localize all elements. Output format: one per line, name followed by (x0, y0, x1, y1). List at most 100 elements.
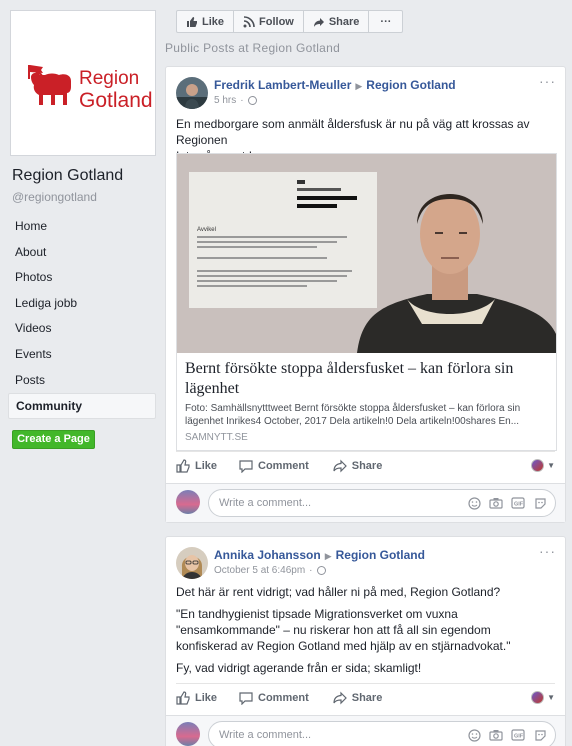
nav-item-community[interactable]: Community (8, 393, 156, 419)
comment-placeholder: Write a comment... (219, 497, 312, 509)
nav-item-about[interactable]: About (8, 240, 156, 266)
comment-placeholder: Write a comment... (219, 729, 312, 741)
svg-text:GIF: GIF (514, 734, 524, 740)
post-paragraph: Det här är rent vidrigt; vad håller ni p… (176, 585, 501, 599)
comment-label: Comment (258, 691, 309, 704)
sticker-icon[interactable] (533, 728, 547, 742)
nav-item-videos[interactable]: Videos (8, 316, 156, 342)
camera-icon[interactable] (489, 728, 503, 742)
page-action-bar: Like Follow Share ··· (176, 10, 404, 33)
ram-logo-icon (28, 65, 71, 105)
thumbs-up-icon (176, 458, 190, 473)
post-target-link[interactable]: Region Gotland (366, 78, 455, 92)
camera-icon[interactable] (489, 496, 503, 510)
nav-item-posts[interactable]: Posts (8, 368, 156, 394)
chevron-down-icon: ▼ (547, 461, 555, 470)
share-label: Share (351, 459, 383, 472)
globe-icon (247, 96, 257, 105)
comment-label: Comment (258, 459, 309, 472)
page-follow-label: Follow (259, 15, 294, 28)
left-column: Region Gotland Region Gotland @regiongot… (0, 0, 165, 746)
share-label: Share (351, 691, 383, 704)
post-meta: 5 hrs · (214, 95, 257, 106)
page-handle[interactable]: @regiongotland (12, 190, 97, 204)
post-timestamp[interactable]: 5 hrs (214, 95, 236, 106)
share-arrow-icon (333, 691, 347, 704)
view-as-selector[interactable]: ▼ (531, 691, 555, 704)
page-follow-button[interactable]: Follow (234, 11, 304, 32)
post-meta: October 5 at 6:46pm · (214, 565, 326, 576)
thumbs-up-icon (187, 16, 197, 27)
post-card: Annika Johansson ▶ Region Gotland October … (165, 536, 566, 746)
create-page-button[interactable]: Create a Page (12, 430, 95, 449)
post-author-link[interactable]: Annika Johansson (214, 548, 321, 562)
post-timestamp[interactable]: October 5 at 6:46pm (214, 565, 305, 576)
rss-icon (243, 15, 255, 27)
gif-icon[interactable]: GIF (511, 496, 525, 510)
share-arrow-icon (333, 459, 347, 472)
comment-icon (239, 691, 253, 705)
comment-icon (239, 459, 253, 473)
viewer-avatar (176, 490, 200, 514)
page-share-label: Share (328, 15, 360, 28)
page-like-button[interactable]: Like (177, 11, 235, 32)
profile-picture[interactable]: Region Gotland (10, 10, 156, 156)
post-actions: Like Comment Share ▼ (176, 451, 555, 479)
page-avatar-icon (531, 459, 545, 472)
page-avatar-icon (531, 691, 545, 704)
emoji-icon[interactable] (467, 728, 481, 742)
logo-line1: Region (79, 68, 140, 89)
share-button[interactable]: Share (333, 691, 383, 705)
link-preview-image: Avvikel (177, 154, 556, 353)
svg-text:GIF: GIF (514, 502, 524, 508)
viewer-avatar (176, 722, 200, 746)
post-actions: Like Comment Share ▼ (176, 683, 555, 711)
post-options-icon[interactable]: ··· (539, 74, 556, 88)
comment-button[interactable]: Comment (239, 459, 309, 473)
nav-item-events[interactable]: Events (8, 342, 156, 368)
page-like-label: Like (202, 15, 225, 28)
globe-icon (316, 566, 326, 575)
logo-line2: Gotland (79, 89, 153, 112)
post-options-icon[interactable]: ··· (539, 544, 556, 558)
link-preview-description: Foto: Samhällsnytttweet Bernt försökte s… (185, 403, 521, 427)
share-arrow-icon (313, 17, 324, 27)
post-target-link[interactable]: Region Gotland (336, 548, 425, 562)
comment-input[interactable]: Write a comment... GIF (208, 489, 556, 517)
link-preview-title[interactable]: Bernt försökte stoppa åldersfusket – kan… (185, 359, 547, 399)
like-button[interactable]: Like (176, 690, 218, 705)
comment-bar: Write a comment... GIF (166, 715, 565, 746)
like-label: Like (195, 459, 218, 472)
author-avatar[interactable] (176, 77, 208, 109)
author-avatar[interactable] (176, 547, 208, 579)
page-name[interactable]: Region Gotland (12, 167, 123, 185)
link-preview[interactable]: Avvikel Bernt försökte stoppa åldersfusk… (176, 153, 557, 451)
emoji-icon[interactable] (467, 496, 481, 510)
gif-icon[interactable]: GIF (511, 728, 525, 742)
link-preview-source: SAMNYTT.SE (185, 432, 248, 443)
arrow-right-icon: ▶ (355, 81, 363, 91)
post-paragraph: "En tandhygienist tipsade Migrationsverk… (176, 607, 511, 653)
page-more-button[interactable]: ··· (369, 11, 402, 32)
logo-text: Region Gotland (79, 69, 153, 111)
post-text-line: En medborgare som anmält åldersfusk är n… (176, 117, 530, 147)
nav-item-lediga-jobb[interactable]: Lediga jobb (8, 291, 156, 317)
chevron-down-icon: ▼ (547, 693, 555, 702)
thumbs-up-icon (176, 690, 190, 705)
comment-input[interactable]: Write a comment... GIF (208, 721, 556, 746)
like-button[interactable]: Like (176, 458, 218, 473)
share-button[interactable]: Share (333, 459, 383, 473)
post-text: Det här är rent vidrigt; vad håller ni p… (176, 584, 555, 676)
section-title: Public Posts at Region Gotland (165, 41, 341, 55)
post-author-link[interactable]: Fredrik Lambert-Meuller (214, 78, 351, 92)
view-as-selector[interactable]: ▼ (531, 459, 555, 472)
page-share-button[interactable]: Share (304, 11, 370, 32)
sticker-icon[interactable] (533, 496, 547, 510)
comment-bar: Write a comment... GIF (166, 483, 565, 522)
comment-button[interactable]: Comment (239, 691, 309, 705)
post-paragraph: Fy, vad vidrigt agerande från er sida; s… (176, 661, 422, 675)
nav-item-photos[interactable]: Photos (8, 265, 156, 291)
doc-heading: Avvikel (197, 227, 216, 233)
nav-item-home[interactable]: Home (8, 214, 156, 240)
like-label: Like (195, 691, 218, 704)
